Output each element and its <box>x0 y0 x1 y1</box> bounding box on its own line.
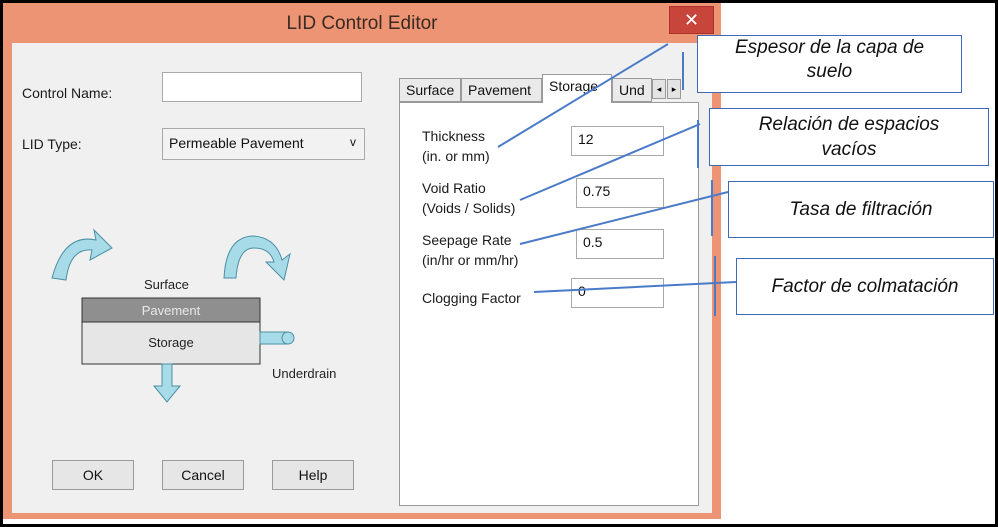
exfiltration-arrow-icon <box>152 363 182 403</box>
seepage-rate-input[interactable]: 0.5 <box>576 229 664 259</box>
diagram-storage-label: Storage <box>148 335 194 350</box>
callout-thickness-line-2: suelo <box>806 61 853 82</box>
seepage-rate-label: Seepage Rate <box>422 232 512 248</box>
dialog-client-area: Control Name: LID Type: Permeable Paveme… <box>12 43 712 513</box>
title-bar[interactable]: LID Control Editor ✕ <box>3 3 721 43</box>
close-button[interactable]: ✕ <box>669 6 714 34</box>
lid-type-label: LID Type: <box>22 136 82 152</box>
control-name-label: Control Name: <box>22 85 113 101</box>
inflow-arrow-icon <box>51 228 113 281</box>
callout-seepage-rate: Tasa de filtración <box>728 181 994 238</box>
thickness-label: Thickness <box>422 128 486 144</box>
tab-scroll-left-icon[interactable]: ◂ <box>652 79 666 99</box>
clogging-factor-label: Clogging Factor <box>422 290 521 306</box>
lid-control-editor-window: LID Control Editor ✕ Control Name: LID T… <box>3 3 721 519</box>
evaporation-arrow-icon <box>223 235 291 281</box>
tab-underdrain[interactable]: Und <box>612 78 652 102</box>
storage-tab-panel: Thickness (in. or mm) 12 Void Ratio (Voi… <box>399 102 699 506</box>
cancel-button[interactable]: Cancel <box>162 460 244 490</box>
chevron-down-icon: v <box>350 135 356 149</box>
diagram-surface-label: Surface <box>144 277 189 292</box>
control-name-input[interactable] <box>162 72 362 102</box>
diagram-underdrain-label: Underdrain <box>272 366 336 381</box>
lid-type-value: Permeable Pavement <box>169 135 304 151</box>
ok-button[interactable]: OK <box>52 460 134 490</box>
tab-surface[interactable]: Surface <box>399 78 461 102</box>
diagram-pavement-label: Pavement <box>142 303 201 318</box>
clogging-factor-input[interactable]: 0 <box>571 278 664 308</box>
permeable-pavement-diagram: Surface Pavement Storage Underdrain <box>51 228 336 403</box>
tab-scroll-right-icon[interactable]: ▸ <box>667 79 681 99</box>
void-ratio-input[interactable]: 0.75 <box>576 178 664 208</box>
callout-void-ratio-line-2: vacíos <box>821 139 877 160</box>
callout-void-ratio: Relación de espacios vacíos <box>709 108 989 166</box>
void-ratio-label: Void Ratio <box>422 180 486 196</box>
callout-void-ratio-line-1: Relación de espacios <box>758 114 940 135</box>
tab-pavement[interactable]: Pavement <box>461 78 542 102</box>
callout-thickness: Espesor de la capa de suelo <box>697 35 962 93</box>
seepage-rate-units-label: (in/hr or mm/hr) <box>422 252 519 268</box>
lid-type-select[interactable]: Permeable Pavement v <box>162 128 365 160</box>
help-button[interactable]: Help <box>272 460 354 490</box>
thickness-input[interactable]: 12 <box>571 126 664 156</box>
void-ratio-units-label: (Voids / Solids) <box>422 200 516 216</box>
tab-storage[interactable]: Storage <box>542 74 612 103</box>
callout-clogging-factor: Factor de colmatación <box>736 258 994 315</box>
callout-thickness-line-1: Espesor de la capa de <box>734 37 925 58</box>
thickness-units-label: (in. or mm) <box>422 148 490 164</box>
window-title: LID Control Editor <box>286 13 438 34</box>
